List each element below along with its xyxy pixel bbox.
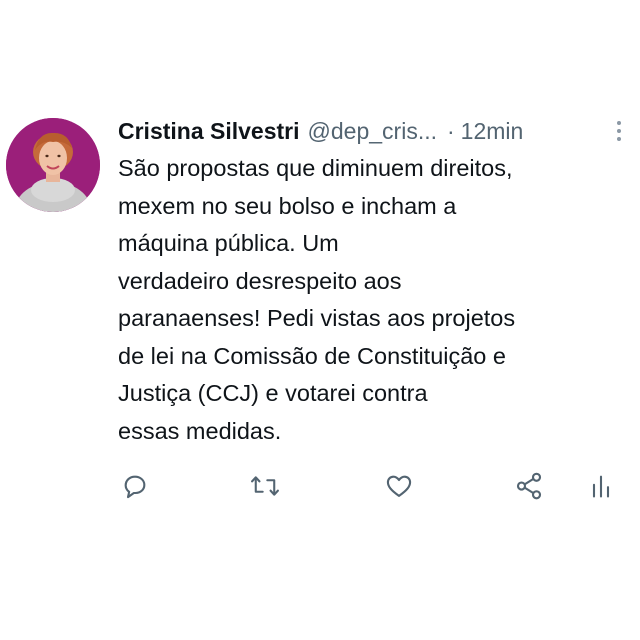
like-button[interactable] [382, 468, 416, 504]
tweet-text-line: máquina pública. Um [118, 230, 339, 256]
avatar-image [6, 118, 100, 212]
tweet-text-line: São propostas que diminuem direitos, [118, 155, 513, 181]
tweet-text-line: Justiça (CCJ) e votarei contra [118, 380, 428, 406]
reply-button[interactable] [118, 468, 152, 504]
separator-dot: · [447, 117, 455, 144]
tweet-text-line: verdadeiro desrespeito aos [118, 267, 402, 294]
tweet-header: Cristina Silvestri @dep_cris... · 12min [118, 115, 633, 147]
analytics-icon [592, 475, 610, 498]
heart-icon [386, 475, 412, 497]
avatar[interactable] [6, 118, 100, 212]
author-handle[interactable]: @dep_cris... [308, 118, 437, 145]
retweet-icon [251, 476, 279, 496]
share-button[interactable] [512, 468, 546, 504]
tweet-text-line: de lei na Comissão de Constituição e [118, 342, 506, 369]
analytics-button[interactable] [584, 468, 618, 504]
tweet-text-line: mexem no seu bolso e incham a [118, 192, 457, 219]
retweet-button[interactable] [248, 468, 282, 504]
share-icon [516, 472, 542, 500]
tweet-text-line: essas medidas. [118, 417, 282, 444]
tweet-actions [118, 468, 618, 508]
author-name[interactable]: Cristina Silvestri [118, 118, 300, 145]
reply-icon [124, 475, 146, 499]
tweet-time[interactable]: 12min [461, 118, 524, 145]
tweet[interactable]: Cristina Silvestri @dep_cris... · 12min … [0, 0, 640, 640]
tweet-text: São propostas que diminuem direitos, mex… [118, 150, 623, 450]
tweet-text-line: paranaenses! Pedi vistas aos projetos [118, 305, 516, 331]
more-vertical-icon[interactable] [615, 119, 623, 143]
